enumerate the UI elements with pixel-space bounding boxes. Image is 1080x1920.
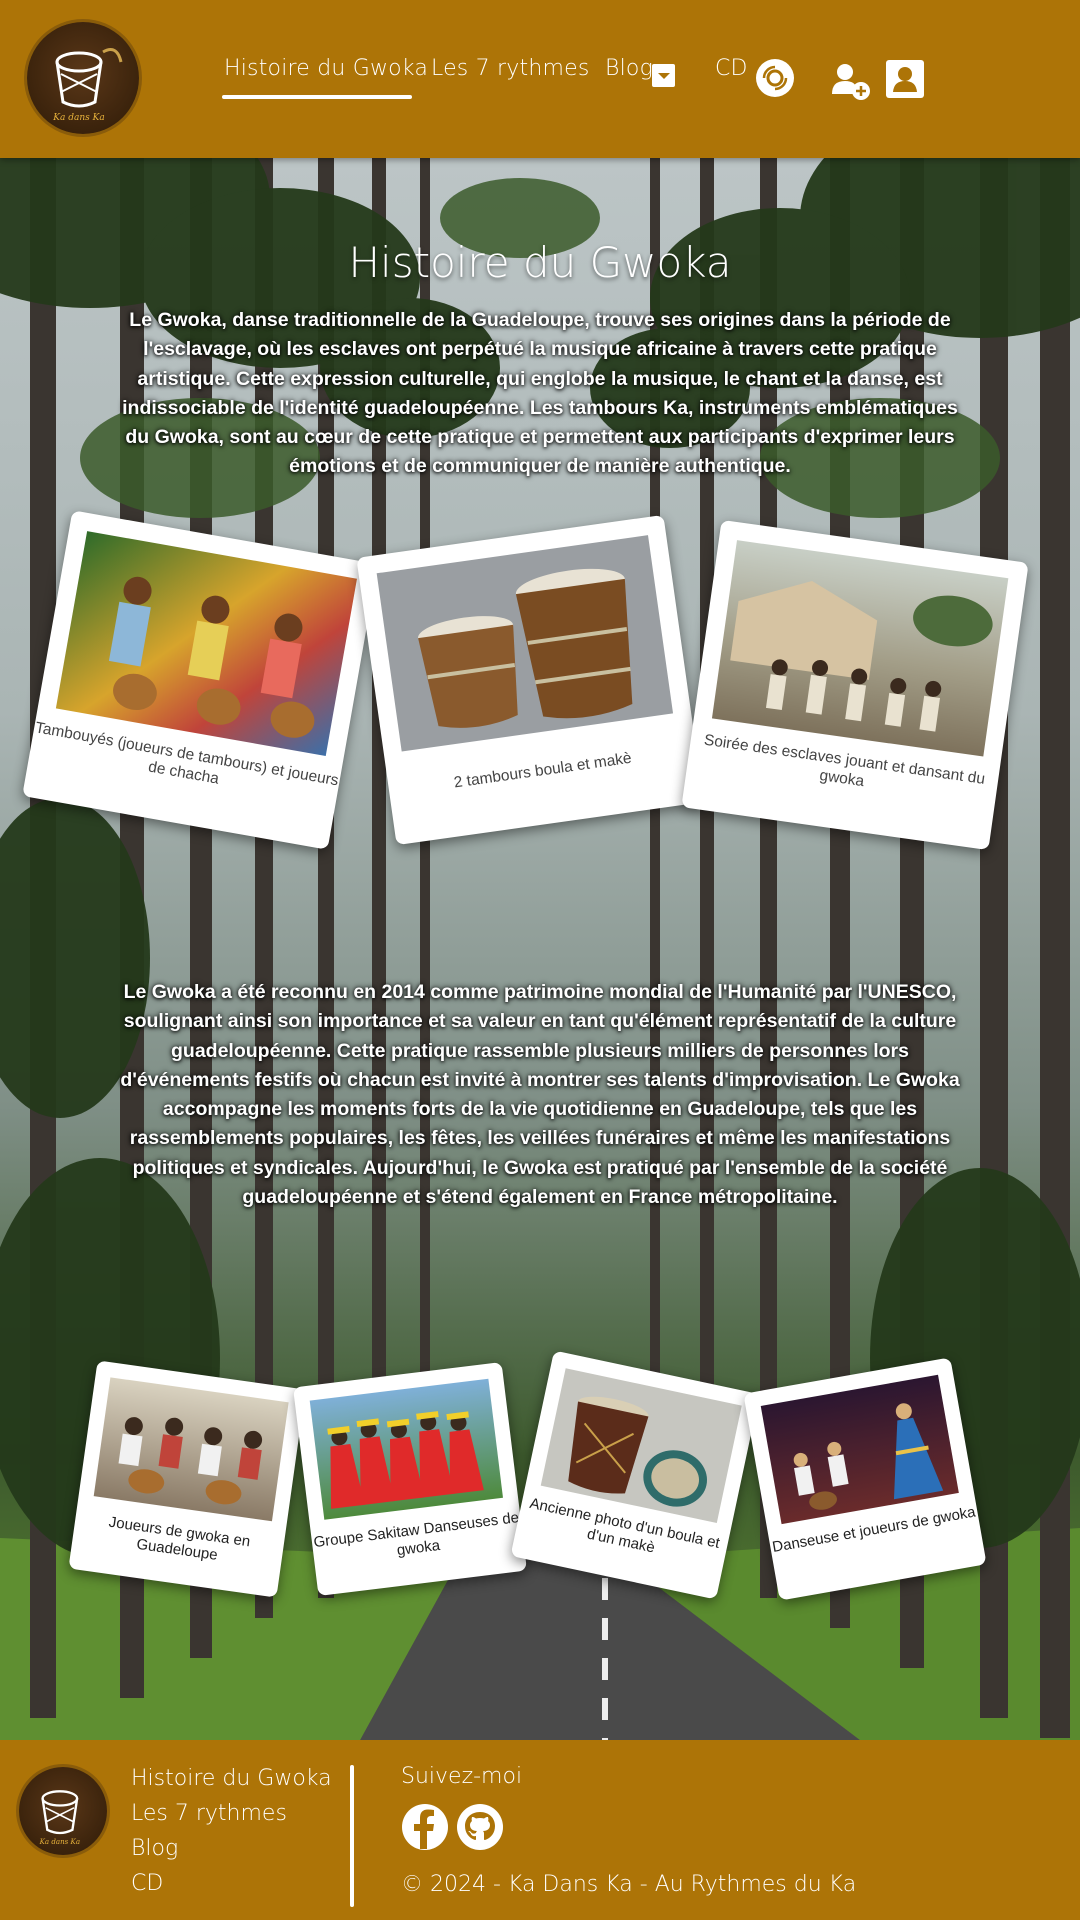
footer-link-histoire[interactable]: Histoire du Gwoka	[131, 1766, 332, 1791]
footer-logo[interactable]: Ka dans Ka	[19, 1767, 107, 1855]
page-title: Histoire du Gwoka	[348, 238, 732, 287]
ka-dans-ka-logo[interactable]: Ka dans Ka	[27, 22, 139, 134]
ancienne-photo-drums-image	[540, 1368, 742, 1524]
gallery-card-tambours[interactable]: 2 tambours boula et makè	[356, 514, 704, 846]
site-header: Ka dans Ka Histoire du Gwoka Les 7 rythm…	[0, 0, 1080, 158]
github-icon[interactable]	[456, 1803, 504, 1851]
svg-text:Ka dans Ka: Ka dans Ka	[52, 113, 104, 123]
gallery-card-tambouyes[interactable]: Tambouyés (joueurs de tambours) et joueu…	[22, 510, 378, 850]
gallery-card-ancienne-photo[interactable]: Ancienne photo d'un boula et d'un makè	[510, 1350, 760, 1600]
footer-link-7-rythmes[interactable]: Les 7 rythmes	[131, 1801, 287, 1826]
caption-sakitaw: Groupe Sakitaw Danseuses de gwoka	[312, 1509, 520, 1560]
footer-link-blog[interactable]: Blog	[131, 1836, 178, 1861]
svg-text:Ka dans Ka: Ka dans Ka	[39, 1837, 80, 1846]
gallery-card-joueurs-gwoka[interactable]: Joueurs de gwoka en Guadeloupe	[68, 1360, 306, 1598]
joueurs-gwoka-image	[93, 1377, 289, 1522]
chevron-down-icon[interactable]	[652, 64, 675, 87]
danseuse-joueurs-image	[760, 1374, 959, 1525]
drum-logo-icon: Ka dans Ka	[39, 1790, 80, 1846]
caption-tambours: 2 tambours boula et makè	[452, 749, 633, 792]
drum-logo-icon: Ka dans Ka	[52, 48, 123, 123]
cd-disc-icon[interactable]	[755, 58, 795, 98]
follow-label: Suivez-moi	[401, 1764, 523, 1789]
nav-active-indicator	[222, 95, 412, 99]
tambouyes-painting-image	[55, 531, 357, 756]
facebook-icon[interactable]	[401, 1803, 449, 1851]
footer-link-cd[interactable]: CD	[131, 1871, 163, 1896]
boula-make-drums-image	[376, 535, 674, 752]
gallery-card-soiree-esclaves[interactable]: Soirée des esclaves jouant et dansant du…	[681, 519, 1029, 851]
footer-divider	[350, 1765, 354, 1907]
gallery-card-sakitaw[interactable]: Groupe Sakitaw Danseuses de gwoka	[292, 1361, 528, 1597]
nav-7-rythmes[interactable]: Les 7 rythmes	[431, 56, 590, 81]
nav-blog[interactable]: Blog	[605, 56, 653, 81]
nav-histoire[interactable]: Histoire du Gwoka	[224, 56, 428, 81]
intro-paragraph: Le Gwoka, danse traditionnelle de la Gua…	[122, 309, 958, 478]
unesco-paragraph: Le Gwoka a été reconnu en 2014 comme pat…	[120, 981, 960, 1209]
soiree-esclaves-image	[711, 540, 1009, 757]
user-plus-icon[interactable]	[830, 60, 872, 102]
gallery-card-danseuse[interactable]: Danseuse et joueurs de gwoka	[743, 1357, 987, 1601]
nav-cd[interactable]: CD	[715, 56, 748, 81]
user-account-icon[interactable]	[886, 60, 924, 98]
sakitaw-dancers-image	[309, 1378, 503, 1520]
copyright-text: © 2024 - Ka Dans Ka - Au Rythmes du Ka	[401, 1872, 857, 1897]
